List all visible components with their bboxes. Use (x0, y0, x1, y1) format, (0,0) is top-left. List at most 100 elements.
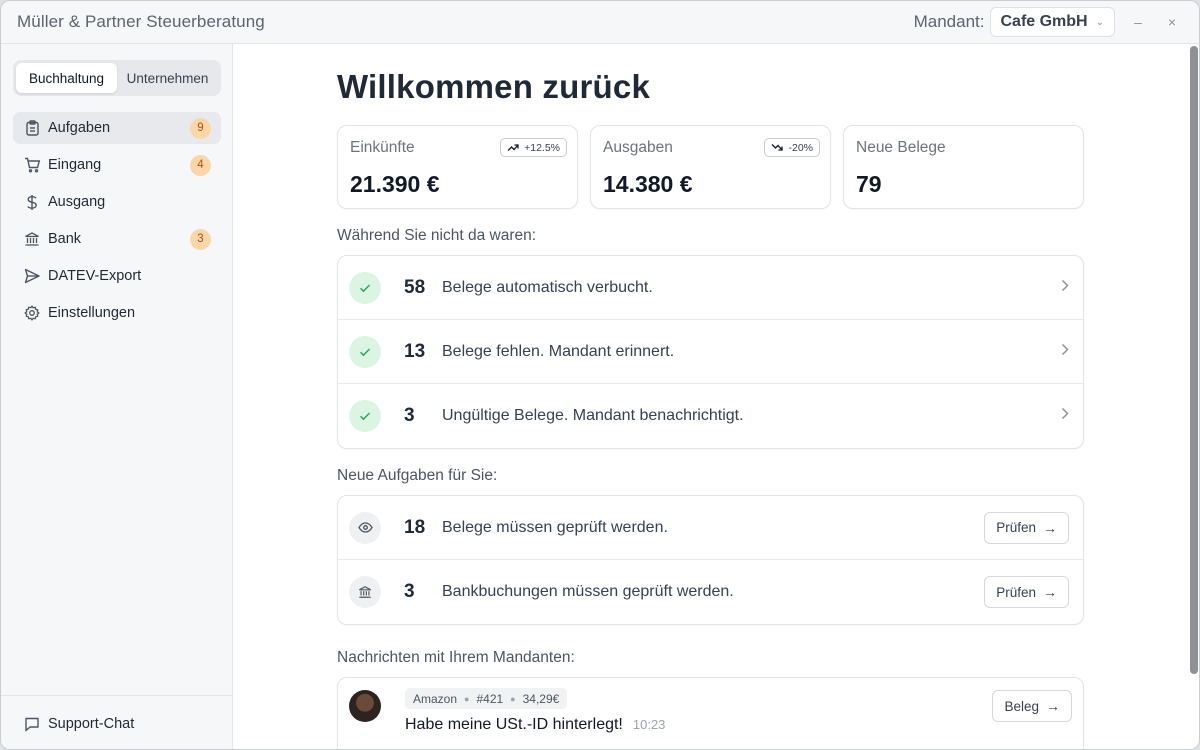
stat-value: 79 (856, 171, 882, 197)
arrow-right-icon: → (1043, 519, 1057, 536)
trend-value: +12.5% (524, 141, 560, 154)
sidebar-item-label: DATEV-Export (48, 268, 142, 284)
message-meta: Amazon ● #421 ● 34,29€ (405, 688, 568, 709)
segment-buchhaltung[interactable]: Buchhaltung (16, 63, 117, 93)
row-text: Ungültige Belege. Mandant benachrichtigt… (442, 407, 744, 424)
dot-separator-icon: ● (464, 693, 470, 704)
scrollbar[interactable] (1188, 44, 1199, 749)
tasks-card: 18 Belege müssen geprüft werden. Prüfen … (337, 495, 1084, 625)
bank-icon (349, 576, 381, 608)
list-item[interactable]: 58 Belege automatisch verbucht. (338, 256, 1083, 320)
sidebar: Buchhaltung Unternehmen Aufgaben 9 Einga… (1, 44, 233, 749)
message-text: Habe meine USt.-ID hinterlegt! (405, 716, 623, 733)
stat-card-neue-belege: Neue Belege 79 (843, 125, 1084, 209)
arrow-right-icon: → (1046, 698, 1060, 714)
section-label-messages: Nachrichten mit Ihrem Mandanten: (337, 649, 575, 666)
count-badge: 3 (190, 228, 211, 250)
stats-row: Einkünfte +12.5% 21.390 € Ausgaben -20% … (337, 125, 1084, 209)
arrow-right-icon: → (1043, 584, 1057, 600)
trend-up-icon (507, 144, 519, 151)
stat-label: Ausgaben (603, 139, 673, 156)
page-title: Willkommen zurück (337, 68, 651, 105)
minimize-button[interactable]: – (1127, 14, 1149, 30)
trend-badge: -20% (764, 138, 820, 157)
vendor-name: Amazon (413, 691, 458, 706)
row-count: 18 (404, 516, 426, 538)
mandant-label: Mandant: (913, 12, 985, 31)
sidebar-item-label: Bank (48, 231, 82, 247)
stat-card-einkuenfte: Einkünfte +12.5% 21.390 € (337, 125, 578, 209)
stat-value: 14.380 € (603, 171, 693, 197)
support-chat-label: Support-Chat (48, 715, 135, 732)
sidebar-item-einstellungen[interactable]: Einstellungen (13, 297, 221, 329)
support-chat-button[interactable]: Support-Chat (1, 695, 232, 749)
sidebar-nav: Aufgaben 9 Eingang 4 Ausgang Bank 3 DATE… (13, 112, 221, 334)
send-icon (23, 267, 41, 285)
row-text: Belege fehlen. Mandant erinnert. (442, 342, 675, 360)
pruefen-button[interactable]: Prüfen → (984, 576, 1069, 608)
main-content: Willkommen zurück Einkünfte +12.5% 21.39… (233, 44, 1188, 749)
segment-unternehmen[interactable]: Unternehmen (117, 63, 218, 93)
cart-icon (23, 156, 41, 174)
row-count: 58 (404, 276, 426, 298)
button-label: Prüfen (996, 584, 1036, 600)
task-row: 3 Bankbuchungen müssen geprüft werden. P… (338, 560, 1083, 624)
app-title: Müller & Partner Steuerberatung (17, 12, 265, 31)
chat-icon (23, 715, 41, 733)
close-button[interactable]: × (1161, 14, 1183, 30)
gear-icon (23, 304, 41, 322)
row-text: Belege müssen geprüft werden. (442, 518, 668, 536)
document-id: #421 (476, 691, 504, 706)
row-text: Bankbuchungen müssen geprüft werden. (442, 583, 734, 600)
chevron-down-icon: ⌄ (1095, 16, 1104, 28)
sidebar-item-bank[interactable]: Bank 3 (13, 223, 221, 255)
list-item[interactable]: 13 Belege fehlen. Mandant erinnert. (338, 320, 1083, 384)
dollar-icon (23, 193, 41, 211)
task-row: 18 Belege müssen geprüft werden. Prüfen … (338, 496, 1083, 560)
app-window: Müller & Partner Steuerberatung Mandant:… (0, 0, 1200, 750)
beleg-button[interactable]: Beleg → (992, 690, 1072, 722)
amount: 34,29€ (522, 691, 560, 706)
row-text: Belege automatisch verbucht. (442, 278, 653, 296)
button-label: Prüfen (996, 520, 1036, 535)
trend-badge: +12.5% (500, 138, 567, 157)
messages-card: Amazon ● #421 ● 34,29€ Habe meine USt.-I… (337, 677, 1084, 749)
message-time: 10:23 (632, 717, 666, 732)
check-icon (349, 271, 381, 304)
section-label-tasks: Neue Aufgaben für Sie: (337, 467, 498, 484)
scrollbar-thumb[interactable] (1190, 46, 1198, 674)
check-icon (349, 400, 381, 432)
chevron-right-icon (1061, 279, 1069, 297)
check-icon (349, 335, 381, 368)
pruefen-button[interactable]: Prüfen → (984, 511, 1069, 544)
sidebar-item-label: Eingang (48, 157, 102, 173)
chevron-right-icon (1061, 407, 1069, 425)
mandant-select[interactable]: Cafe GmbH ⌄ (990, 7, 1115, 37)
sidebar-item-eingang[interactable]: Eingang 4 (13, 149, 221, 181)
trend-down-icon (772, 144, 784, 151)
message-item[interactable]: Amazon ● #421 ● 34,29€ Habe meine USt.-I… (338, 678, 1083, 744)
count-badge: 4 (190, 154, 211, 176)
sidebar-item-aufgaben[interactable]: Aufgaben 9 (13, 112, 221, 144)
title-bar: Müller & Partner Steuerberatung Mandant:… (1, 1, 1199, 44)
mode-switch: Buchhaltung Unternehmen (13, 60, 221, 96)
eye-icon (349, 511, 381, 544)
away-summary-card: 58 Belege automatisch verbucht. 13 Beleg… (337, 255, 1084, 449)
clipboard-icon (23, 119, 41, 137)
row-count: 3 (404, 405, 415, 426)
row-count: 13 (404, 340, 426, 362)
stat-label: Einkünfte (350, 139, 415, 156)
sidebar-item-ausgang[interactable]: Ausgang (13, 186, 221, 218)
dot-separator-icon: ● (510, 693, 516, 704)
bank-icon (23, 230, 41, 248)
sidebar-item-datev-export[interactable]: DATEV-Export (13, 260, 221, 292)
stat-label: Neue Belege (856, 139, 946, 156)
sidebar-item-label: Aufgaben (48, 120, 111, 136)
count-badge: 9 (190, 117, 211, 139)
button-label: Beleg (1004, 698, 1039, 714)
sidebar-item-label: Ausgang (48, 194, 106, 210)
list-item[interactable]: 3 Ungültige Belege. Mandant benachrichti… (338, 384, 1083, 448)
avatar (349, 690, 381, 722)
stat-card-ausgaben: Ausgaben -20% 14.380 € (590, 125, 831, 209)
row-count: 3 (404, 581, 415, 602)
